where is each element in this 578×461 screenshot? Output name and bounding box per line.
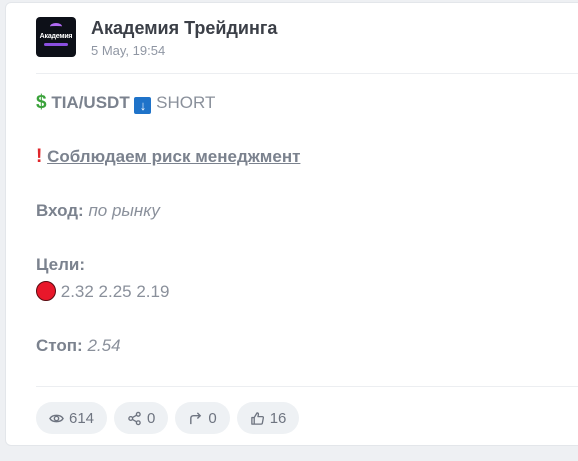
avatar-logo-text: Академия xyxy=(39,33,73,40)
entry-line: Вход: по рынку xyxy=(36,197,578,224)
targets-label-line: Цели: xyxy=(36,251,578,278)
entry-value: по рынку xyxy=(88,201,160,220)
stop-value: 2.54 xyxy=(87,336,121,355)
thumbs-up-icon xyxy=(250,411,264,425)
post-stats: 614 0 0 16 xyxy=(36,402,300,434)
dollar-icon: $ xyxy=(36,92,47,113)
channel-avatar[interactable]: Академия xyxy=(36,17,76,57)
eye-icon xyxy=(49,414,64,422)
targets-label: Цели: xyxy=(36,255,85,274)
share-button[interactable]: 0 xyxy=(114,402,169,434)
shares-count: 0 xyxy=(147,409,156,427)
entry-label: Вход: xyxy=(36,201,84,220)
trading-pair: TIA/USDT xyxy=(51,93,130,112)
avatar-logo-icon xyxy=(50,23,62,30)
views-counter[interactable]: 614 xyxy=(36,402,108,434)
trade-direction: SHORT xyxy=(156,93,216,112)
likes-count: 16 xyxy=(269,409,287,427)
risk-line: ! Соблюдаем риск менеджмент xyxy=(36,143,578,170)
forwards-count: 0 xyxy=(208,409,217,427)
signal-line: $ TIA/USDT ↓ SHORT xyxy=(36,89,578,116)
stop-label: Стоп: xyxy=(36,336,83,355)
post-content: $ TIA/USDT ↓ SHORT ! Соблюдаем риск мене… xyxy=(36,89,578,359)
post-card: Академия Академия Трейдинга 5 May, 19:54… xyxy=(5,2,578,446)
avatar-logo-bar xyxy=(44,43,68,46)
targets-value: 2.32 2.25 2.19 xyxy=(60,282,170,301)
forward-icon xyxy=(190,411,202,424)
risk-management-link[interactable]: Соблюдаем риск менеджмент xyxy=(47,147,300,166)
share-icon xyxy=(128,411,141,425)
exclamation-icon: ! xyxy=(36,146,43,167)
arrow-down-icon: ↓ xyxy=(134,97,152,114)
post-date: 5 May, 19:54 xyxy=(91,43,166,58)
header-divider xyxy=(36,73,578,74)
views-count: 614 xyxy=(69,409,95,427)
like-button[interactable]: 16 xyxy=(236,402,300,434)
footer-divider xyxy=(36,386,578,387)
stop-line: Стоп: 2.54 xyxy=(36,332,578,359)
channel-name[interactable]: Академия Трейдинга xyxy=(91,17,277,39)
red-circle-icon xyxy=(36,281,56,301)
forward-button[interactable]: 0 xyxy=(175,402,230,434)
targets-line: 2.32 2.25 2.19 xyxy=(36,278,578,305)
post-header: Академия Академия Трейдинга 5 May, 19:54 xyxy=(36,17,277,61)
